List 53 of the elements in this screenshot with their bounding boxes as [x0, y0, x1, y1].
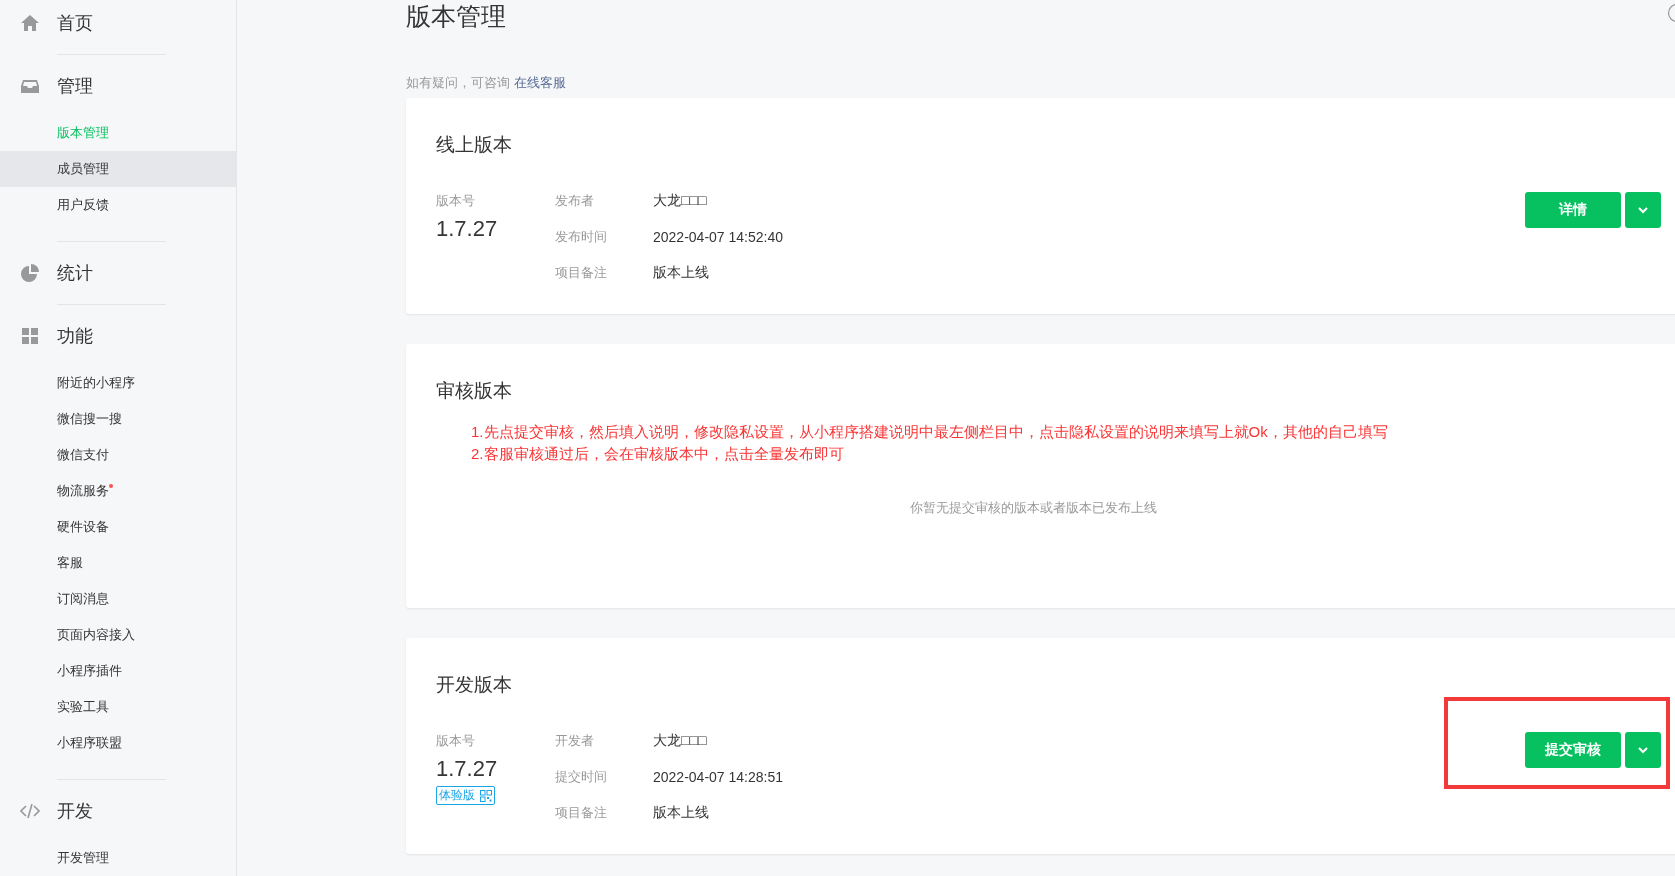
field-value: 2022-04-07 14:52:40	[653, 229, 783, 245]
version-number: 1.7.27	[436, 216, 499, 242]
sidebar-item[interactable]: 小程序插件	[0, 653, 236, 689]
dropdown-button[interactable]	[1625, 192, 1661, 228]
sidebar-item[interactable]: 页面内容接入	[0, 617, 236, 653]
field-label: 项目备注	[555, 264, 608, 282]
version-number: 1.7.27	[436, 756, 499, 782]
chevron-down-icon	[1637, 206, 1649, 214]
sidebar-item[interactable]: 硬件设备	[0, 509, 236, 545]
sidebar-section[interactable]: 首页	[0, 4, 236, 42]
field-value: 版本上线	[653, 804, 709, 822]
field-value: 大龙□□□	[653, 732, 707, 750]
field-label: 发布者	[555, 192, 595, 210]
sidebar-item[interactable]: 附近的小程序	[0, 365, 236, 401]
field-label: 项目备注	[555, 804, 608, 822]
field-value: 大龙□□□	[653, 192, 707, 210]
card-title: 审核版本	[436, 379, 513, 403]
home-icon	[20, 13, 40, 33]
dropdown-button[interactable]	[1625, 732, 1661, 768]
field-label: 提交时间	[555, 768, 608, 786]
field-label: 开发者	[555, 732, 595, 750]
sidebar-item[interactable]: 小程序联盟	[0, 725, 236, 761]
sidebar-item[interactable]: 客服	[0, 545, 236, 581]
code-icon	[20, 801, 40, 821]
sidebar-item[interactable]: 成员管理	[0, 151, 236, 187]
sidebar-section[interactable]: 功能	[0, 317, 236, 355]
pie-chart-icon	[20, 263, 40, 283]
sidebar-section[interactable]: 管理	[0, 67, 236, 105]
instruction-note: 1.先点提交审核，然后填入说明，修改隐私设置，从小程序搭建说明中最左侧栏目中，点击隐私设置的说明来填写上就Ok，其他的自己填写	[471, 422, 1389, 442]
field-value: 版本上线	[653, 264, 709, 282]
sidebar-item[interactable]: 微信支付	[0, 437, 236, 473]
grid-icon	[20, 326, 40, 346]
sidebar-section[interactable]: 开发	[0, 792, 236, 830]
sidebar-section[interactable]: 统计	[0, 254, 236, 292]
card-title: 线上版本	[436, 133, 513, 157]
card-title: 开发版本	[436, 673, 513, 697]
chevron-down-icon	[1637, 746, 1649, 754]
page-title: 版本管理	[406, 1, 506, 32]
version-label: 版本号	[436, 192, 476, 210]
instruction-note: 2.客服审核通过后，会在审核版本中，点击全量发布即可	[471, 444, 845, 464]
sidebar-item[interactable]: 用户反馈	[0, 187, 236, 223]
sidebar-item[interactable]: 订阅消息	[0, 581, 236, 617]
online-service-link[interactable]: 在线客服	[513, 75, 566, 90]
sidebar-item[interactable]: 微信搜一搜	[0, 401, 236, 437]
empty-message: 你暂无提交审核的版本或者版本已发布上线	[910, 500, 1157, 515]
field-label: 发布时间	[555, 228, 608, 246]
sidebar-item[interactable]: 开发管理	[0, 840, 236, 876]
sidebar-item[interactable]: 实验工具	[0, 689, 236, 725]
field-value: 2022-04-07 14:28:51	[653, 769, 783, 785]
version-label: 版本号	[436, 732, 476, 750]
qr-code-icon	[480, 789, 492, 802]
sidebar-item[interactable]: 物流服务	[0, 473, 236, 509]
help-text: 如有疑问，可咨询	[406, 75, 510, 90]
